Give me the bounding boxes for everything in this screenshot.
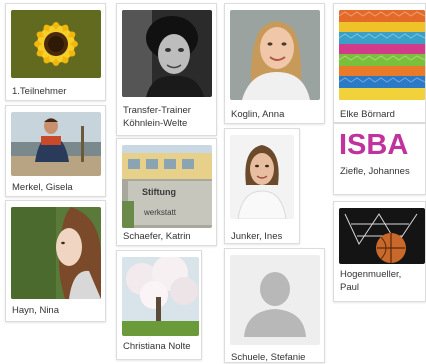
participant-card[interactable]: Elke Börnard	[333, 3, 426, 123]
sunflower-photo	[11, 10, 101, 78]
stiftung-sign-photo: Stiftung werkstatt	[122, 145, 212, 228]
participant-card[interactable]: Koglin, Anna	[224, 3, 325, 124]
participant-name: Schuele, Stefanie	[231, 352, 306, 363]
participant-name: 1.Teilnehmer	[12, 86, 67, 97]
participant-name: Christiana Nolte	[123, 341, 191, 352]
participant-card[interactable]: Hayn, Nina	[5, 200, 106, 322]
portrait-photo	[230, 10, 320, 100]
portrait-photo	[122, 10, 212, 97]
participant-card[interactable]: Schuele, Stefanie	[224, 248, 325, 363]
participant-card[interactable]: Hogenmueller, Paul	[333, 201, 426, 302]
participant-card[interactable]: Christiana Nolte	[116, 250, 202, 360]
participant-name: Schaefer, Katrin	[123, 231, 191, 242]
portrait-photo	[230, 135, 294, 219]
participant-card[interactable]: 1.Teilnehmer	[5, 3, 106, 101]
logo-text: ISBA	[339, 129, 408, 161]
profile-photo	[11, 207, 101, 299]
knitted-wool-photo	[339, 10, 425, 100]
basketball-hoop-photo	[339, 208, 425, 264]
blossom-tree-photo	[122, 257, 199, 336]
participant-card[interactable]: ISBA Ziefle, Johannes	[333, 123, 426, 195]
sign-text: Stiftung	[142, 187, 176, 197]
participant-name: Elke Börnard	[340, 109, 395, 120]
participant-card[interactable]: Stiftung werkstatt Schaefer, Katrin	[116, 138, 217, 246]
participant-name: Junker, Ines	[231, 231, 283, 242]
participant-name: Ziefle, Johannes	[340, 166, 410, 177]
participant-name: Hogenmueller, Paul	[340, 269, 402, 293]
isba-logo: ISBA	[339, 126, 425, 162]
participant-name: Hayn, Nina	[12, 305, 59, 316]
participant-name: Transfer-Trainer Köhnlein-Welte	[123, 105, 191, 129]
participant-card[interactable]: Junker, Ines	[224, 128, 300, 244]
sign-text: werkstatt	[143, 208, 177, 217]
participant-name: Koglin, Anna	[231, 109, 285, 120]
participant-gallery: { "participants": [ {"name": "1.Teilnehm…	[0, 0, 426, 363]
participant-card[interactable]: Merkel, Gisela	[5, 105, 106, 197]
participant-card[interactable]: Transfer-Trainer Köhnlein-Welte	[116, 3, 217, 136]
participant-name: Merkel, Gisela	[12, 182, 73, 193]
beach-photo	[11, 112, 101, 176]
default-avatar-icon	[230, 255, 320, 345]
